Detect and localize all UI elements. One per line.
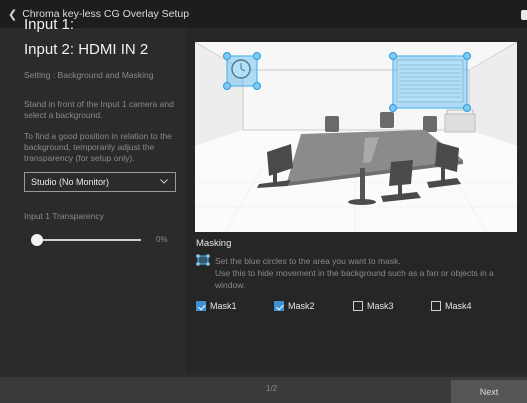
setting-label: Setting : Background and Masking [24,70,154,80]
next-button[interactable]: Next [451,380,527,403]
meeting-room-illustration [195,42,517,232]
mask1-checkbox[interactable]: Mask1 [196,301,237,311]
mask1-checkbox-box[interactable] [196,301,206,311]
instruction-text-2: To find a good position in relation to t… [24,131,172,163]
masking-title: Masking [196,238,232,249]
mask3-checkbox-box[interactable] [353,301,363,311]
mask4-label: Mask4 [445,301,472,311]
background-select-value: Studio (No Monitor) [31,177,110,187]
transparency-slider-track[interactable] [38,239,141,241]
transparency-value: 0% [156,235,168,244]
window-edge-indicator [521,10,527,20]
back-chevron-icon[interactable]: ❮ [8,8,17,21]
chevron-down-icon [160,179,168,184]
page-indicator: 1/2 [266,384,278,393]
masking-description-2: Use this to hide movement in the backgro… [215,268,494,290]
input1-label: Input 1: [24,16,75,33]
background-preview [195,42,517,232]
mask4-checkbox[interactable]: Mask4 [431,301,472,311]
transparency-slider-thumb[interactable] [31,234,43,246]
mask3-label: Mask3 [367,301,394,311]
transparency-label: Input 1 Transparency [24,211,104,221]
title-bar: ❮ Chroma key-less CG Overlay Setup [0,0,527,28]
background-select[interactable]: Studio (No Monitor) [24,172,176,192]
instruction-text-1: Stand in front of the Input 1 camera and… [24,99,174,120]
mask-region-icon [196,254,210,266]
mask4-checkbox-box[interactable] [431,301,441,311]
mask3-checkbox[interactable]: Mask3 [353,301,394,311]
footer-bar [0,377,527,403]
mask2-checkbox[interactable]: Mask2 [274,301,315,311]
input2-label: Input 2: HDMI IN 2 [24,41,149,58]
mask1-label: Mask1 [210,301,237,311]
masking-description-1: Set the blue circles to the area you wan… [215,256,401,266]
mask2-checkbox-box[interactable] [274,301,284,311]
mask2-label: Mask2 [288,301,315,311]
